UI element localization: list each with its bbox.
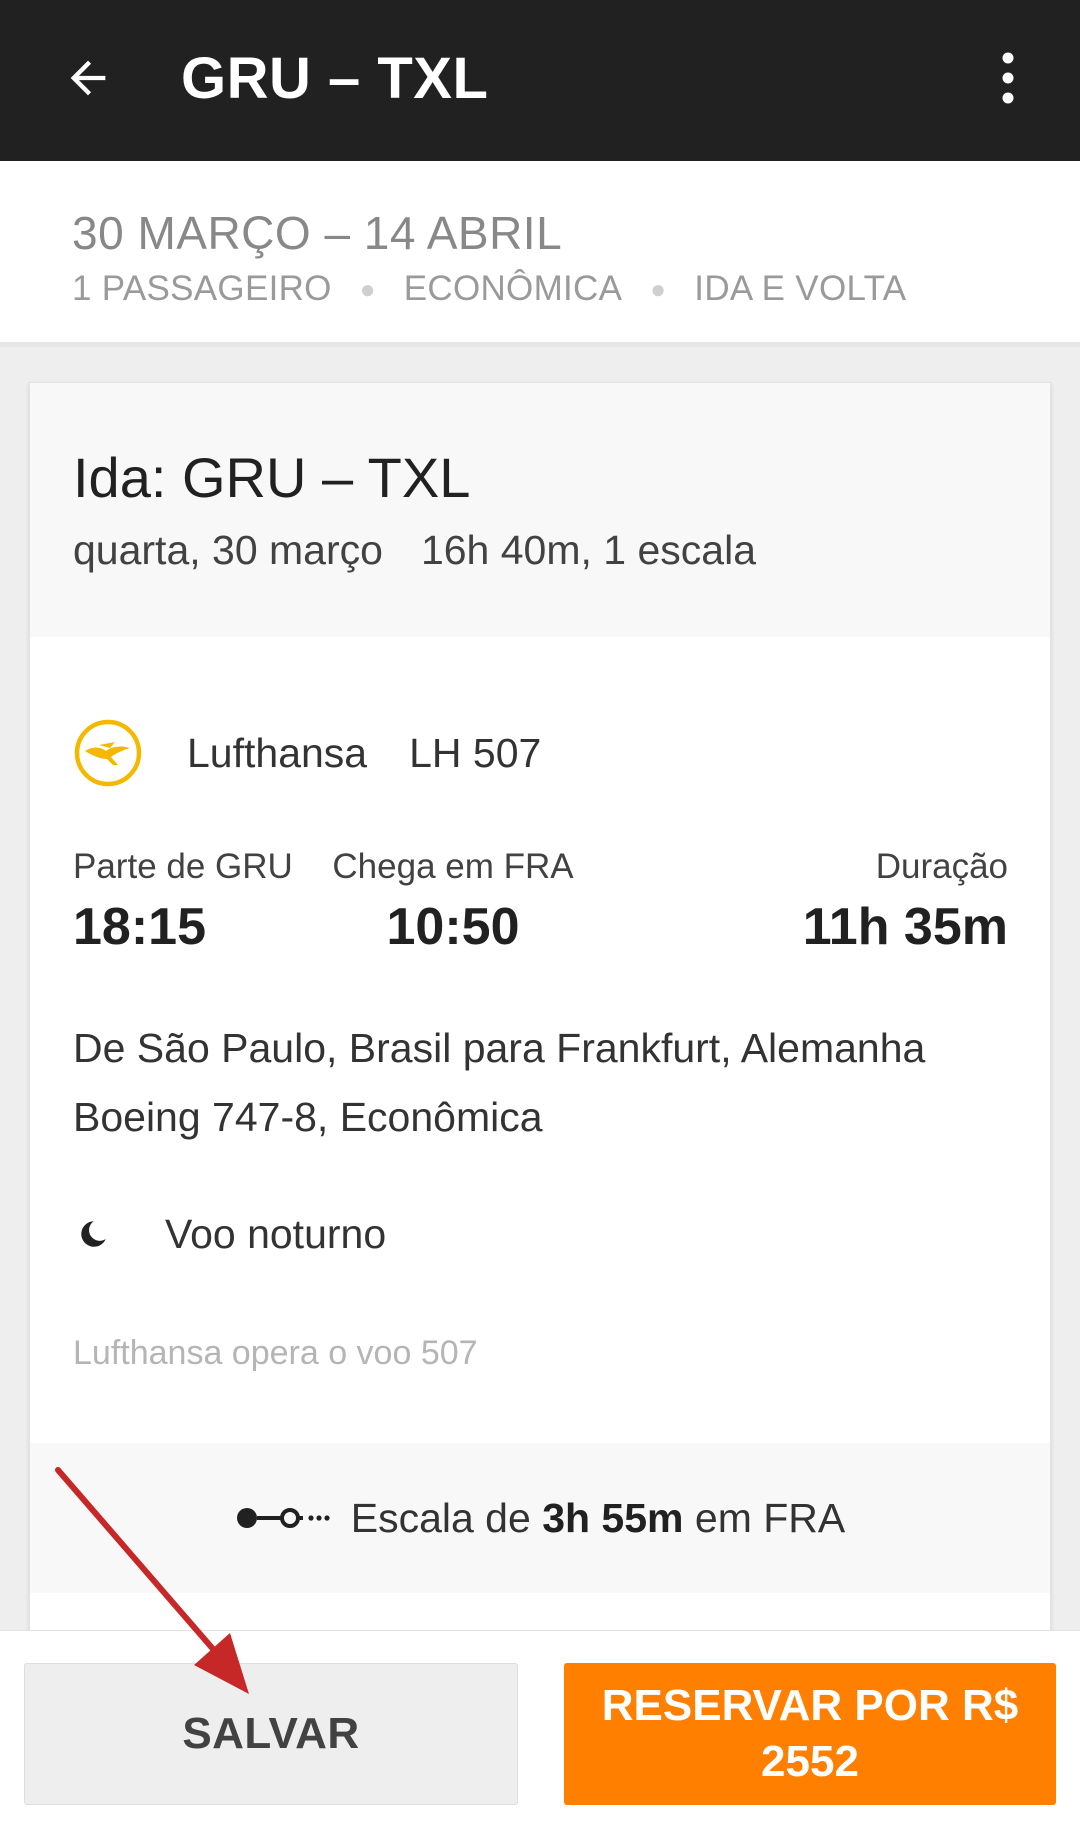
separator-dot: ●: [359, 274, 376, 304]
separator-dot: ●: [650, 274, 667, 304]
layover-connector-icon: [236, 1508, 330, 1528]
route-description: De São Paulo, Brasil para Frankfurt, Ale…: [73, 1025, 926, 1071]
flight-details-screen: GRU – TXL 30 MARÇO – 14 ABRIL 1 PASSAGEI…: [0, 0, 1080, 1828]
book-button[interactable]: RESERVAR POR R$ 2552: [564, 1663, 1056, 1805]
departure-block: Parte de GRU 18:15: [73, 845, 293, 959]
arrival-label: Chega em FRA: [332, 847, 574, 886]
duration-value: 11h 35m: [802, 898, 1008, 956]
arrival-block: Chega em FRA 10:50: [332, 845, 573, 959]
layover-row: Escala de 3h 55m em FRA: [30, 1443, 1050, 1593]
trip-type: IDA E VOLTA: [694, 269, 907, 308]
leg-title: Ida: GRU – TXL: [73, 446, 471, 509]
flight-times: Parte de GRU 18:15 Chega em FRA 10:50 Du…: [73, 845, 1008, 965]
leg-subtitle: quarta, 30 março 16h 40m, 1 escala: [73, 525, 756, 575]
moon-icon: [73, 1214, 113, 1254]
trip-meta: 1 PASSAGEIRO ● ECONÔMICA ● IDA E VOLTA: [72, 267, 906, 311]
layover-duration: 3h 55m: [542, 1494, 684, 1541]
flight-number: LH 507: [409, 729, 542, 776]
cabin-class: ECONÔMICA: [403, 269, 623, 308]
page-title: GRU – TXL: [181, 46, 489, 111]
trip-summary: 30 MARÇO – 14 ABRIL 1 PASSAGEIRO ● ECONÔ…: [0, 161, 1080, 347]
trip-dates: 30 MARÇO – 14 ABRIL: [72, 207, 563, 259]
duration-block: Duração 11h 35m: [803, 845, 1008, 959]
leg-header: Ida: GRU – TXL quarta, 30 março 16h 40m,…: [30, 383, 1050, 637]
departure-label: Parte de GRU: [73, 847, 293, 886]
leg-date: quarta, 30 março: [73, 527, 383, 573]
aircraft-description: Boeing 747-8, Econômica: [73, 1094, 543, 1140]
more-vertical-icon: [1002, 52, 1014, 104]
bottom-action-bar: SALVAR RESERVAR POR R$ 2552: [0, 1630, 1080, 1828]
leg-duration-stops: 16h 40m, 1 escala: [420, 527, 756, 573]
layover-text: Escala de 3h 55m em FRA: [351, 1495, 846, 1542]
more-options-button[interactable]: [978, 42, 1038, 114]
night-flight-label: Voo noturno: [165, 1210, 387, 1257]
night-flight-row: Voo noturno: [73, 1206, 386, 1262]
layover-prefix: Escala de: [350, 1494, 543, 1541]
duration-label: Duração: [875, 847, 1008, 886]
save-button[interactable]: SALVAR: [24, 1663, 518, 1805]
lufthansa-crane-logo: [73, 718, 143, 788]
layover-suffix: em FRA: [683, 1494, 846, 1541]
airline-name: Lufthansa: [187, 729, 368, 776]
flight-leg-card: Ida: GRU – TXL quarta, 30 março 16h 40m,…: [29, 382, 1051, 1682]
arrow-back-icon: [70, 60, 106, 96]
passenger-count: 1 PASSAGEIRO: [72, 269, 332, 308]
app-bar: GRU – TXL: [0, 0, 1080, 161]
operated-by-note: Lufthansa opera o voo 507: [73, 1334, 478, 1372]
departure-time: 18:15: [73, 898, 206, 956]
arrival-time: 10:50: [386, 898, 520, 956]
airline-row: Lufthansa LH 507: [73, 713, 541, 793]
back-button[interactable]: [52, 42, 124, 114]
